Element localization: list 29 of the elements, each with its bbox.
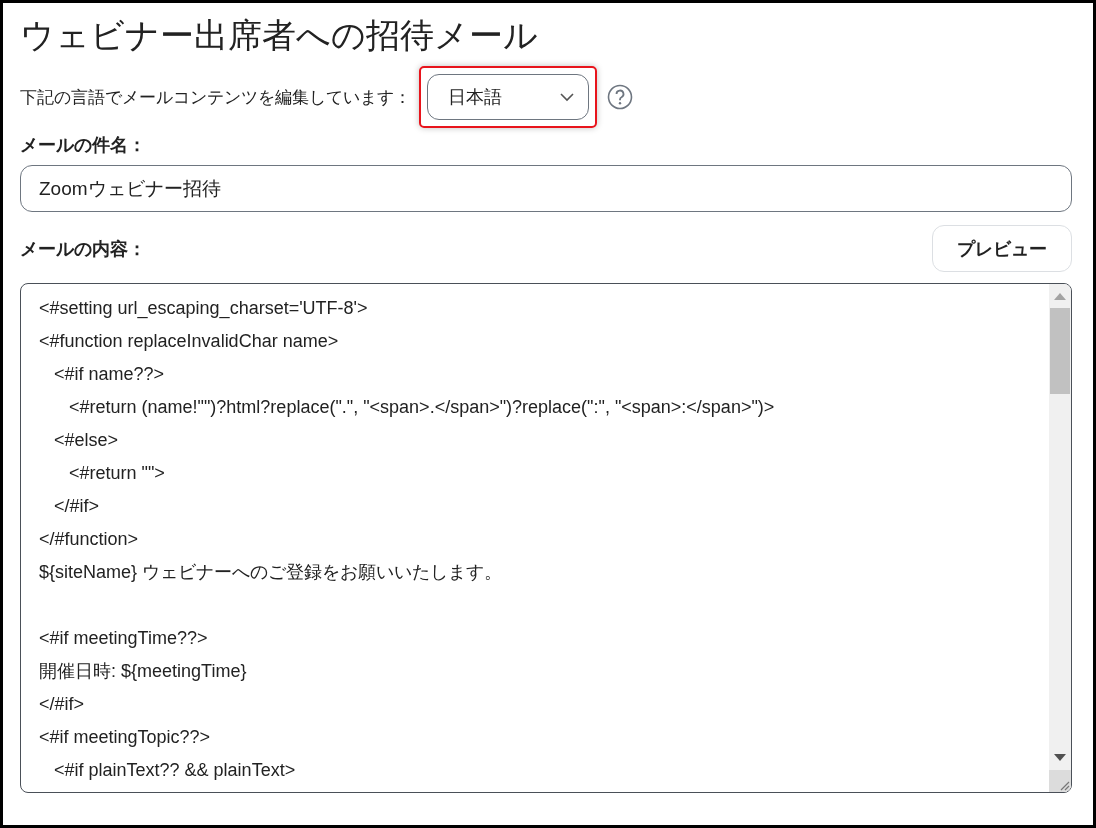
code-line: <#if plainText?? && plainText> xyxy=(53,759,296,782)
code-line: <#if name??> xyxy=(53,363,165,386)
subject-field[interactable]: Zoomウェビナー招待 xyxy=(20,165,1072,212)
content-editor[interactable] xyxy=(20,283,1072,793)
resize-grip-icon[interactable] xyxy=(1049,770,1071,792)
language-label: 下記の言語でメールコンテンツを編集しています： xyxy=(20,86,411,109)
code-line: ${siteName} ウェビナーへのご登録をお願いいたします。 xyxy=(39,561,503,584)
preview-button[interactable]: プレビュー xyxy=(932,225,1072,272)
code-line: <#return (name!"")?html?replace(".", "<span>.</span>")?replace(":", "<span>:</span>")> xyxy=(68,396,775,419)
help-icon[interactable] xyxy=(607,84,633,110)
code-line: </#if> xyxy=(39,693,85,716)
content-label: メールの内容： xyxy=(20,237,146,261)
scroll-up-icon[interactable] xyxy=(1054,292,1066,300)
code-line: <#if meetingTime??> xyxy=(39,627,208,650)
code-line: <#if meetingTopic??> xyxy=(39,726,211,749)
scrollbar-thumb[interactable] xyxy=(1050,308,1070,394)
language-dropdown[interactable]: 日本語 xyxy=(427,74,589,120)
scroll-down-icon[interactable] xyxy=(1054,754,1066,762)
scrollbar[interactable] xyxy=(1049,284,1071,792)
code-line: 開催日時: ${meetingTime} xyxy=(39,660,247,683)
page-title: ウェビナー出席者への招待メール xyxy=(20,15,539,56)
code-line: <#function replaceInvalidChar name> xyxy=(39,330,339,353)
code-line: <#return ""> xyxy=(68,462,165,485)
code-line: <#setting url_escaping_charset='UTF-8'> xyxy=(39,297,368,321)
chevron-down-icon xyxy=(560,92,574,102)
code-line: </#function> xyxy=(39,528,139,551)
code-line: </#if> xyxy=(53,495,100,518)
code-line: <#else> xyxy=(53,429,119,452)
subject-label: メールの件名： xyxy=(20,134,147,157)
